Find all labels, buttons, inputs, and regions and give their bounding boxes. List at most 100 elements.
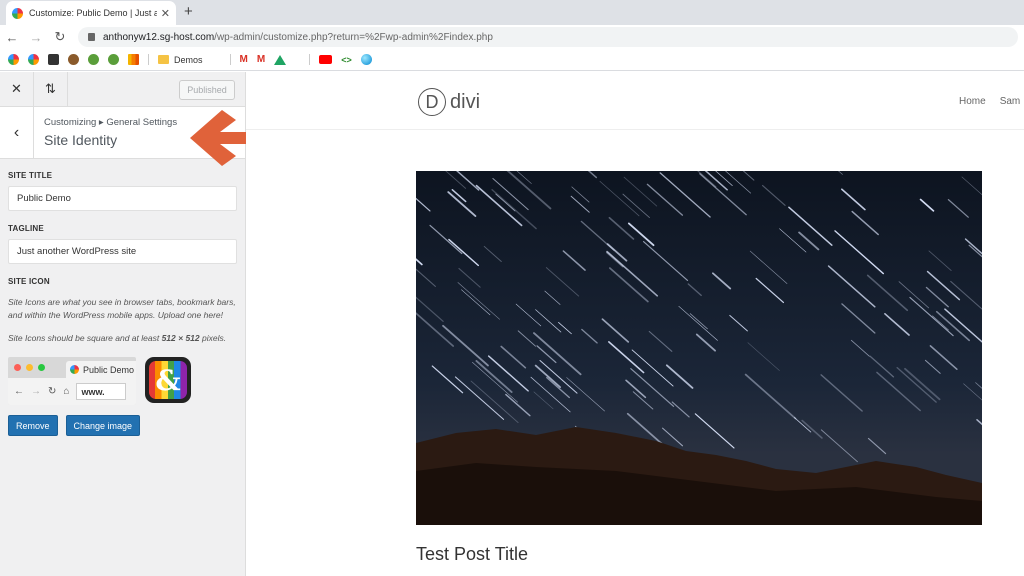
star-trail	[947, 199, 969, 218]
new-tab-icon[interactable]: +	[184, 3, 193, 20]
star-trail	[623, 176, 658, 207]
gmail-icon[interactable]: M	[240, 54, 248, 65]
bookmark-globe-icon[interactable]	[360, 54, 372, 65]
close-customizer-button[interactable]: ✕	[0, 71, 34, 107]
post-title: Test Post Title	[416, 544, 529, 564]
menu-item-sample[interactable]: Sam	[1000, 96, 1021, 107]
bookmark-target-icon[interactable]	[108, 54, 119, 65]
star-trail	[416, 197, 431, 212]
change-image-button[interactable]: Change image	[65, 415, 141, 436]
star-trail	[416, 312, 454, 347]
site-title-input[interactable]: Public Demo	[8, 186, 237, 211]
star-trail	[687, 283, 702, 297]
star-trail	[827, 265, 876, 308]
star-trail	[580, 220, 615, 251]
star-trail	[472, 361, 518, 403]
star-trail	[447, 191, 477, 217]
browser-tab[interactable]: Customize: Public Demo | Just an… ✕	[6, 1, 176, 25]
star-trail	[779, 228, 807, 253]
forward-arrow-icon[interactable]: →	[24, 30, 48, 45]
lock-icon	[88, 33, 95, 41]
star-trail	[801, 419, 823, 439]
star-trail	[451, 189, 467, 203]
gmail-icon[interactable]: M	[257, 54, 265, 65]
star-trail	[963, 383, 982, 401]
star-trail	[627, 222, 655, 247]
star-trail	[834, 230, 885, 275]
star-trail	[599, 181, 640, 217]
star-trail	[545, 267, 580, 297]
star-trail	[571, 186, 590, 203]
folder-icon	[158, 55, 169, 64]
star-trail	[475, 184, 523, 227]
star-trail	[896, 367, 937, 403]
tagline-input[interactable]: Just another WordPress site	[8, 239, 237, 264]
site-preview: D divi Home Sam Test Post Title	[246, 72, 1024, 576]
site-icon-label: SITE ICON	[8, 277, 50, 286]
star-trail	[697, 171, 717, 188]
star-trail	[461, 289, 491, 316]
youtube-icon[interactable]	[319, 55, 333, 64]
section-header: ‹ Customizing ▸ General Settings Site Id…	[0, 107, 276, 166]
divi-logo[interactable]: D divi	[418, 88, 480, 116]
bookmark-wp-icon[interactable]	[8, 54, 19, 65]
star-trail	[570, 195, 590, 213]
reload-icon[interactable]: ↻	[48, 29, 72, 45]
size-note-post: pixels.	[199, 333, 227, 343]
featured-image	[416, 171, 982, 525]
home-icon: ⌂	[63, 386, 70, 397]
star-trail	[961, 176, 982, 196]
bookmarks-bar: Demos M M <>	[0, 49, 1024, 71]
star-trail	[788, 206, 833, 246]
star-trail	[755, 277, 785, 304]
close-tab-icon[interactable]: ✕	[161, 7, 170, 20]
preview-tab: Public Demo	[66, 361, 136, 378]
star-trail	[904, 367, 941, 401]
star-trail	[898, 281, 930, 309]
menu-item-home[interactable]: Home	[959, 96, 986, 107]
back-arrow-icon[interactable]: ←	[0, 30, 24, 45]
star-trail	[747, 342, 780, 371]
star-trail	[820, 429, 858, 463]
bookmark-target-icon[interactable]	[88, 54, 99, 65]
size-note-bold: 512 × 512	[161, 333, 200, 343]
star-trail	[976, 419, 982, 426]
star-trail	[928, 250, 952, 271]
star-trail	[587, 171, 598, 179]
bookmark-folder-demos[interactable]: Demos	[174, 55, 203, 65]
bookmark-graduation-icon[interactable]	[48, 54, 59, 65]
star-trail	[838, 171, 843, 175]
remove-button[interactable]: Remove	[8, 415, 58, 436]
published-button[interactable]: Published	[179, 80, 235, 100]
url-input[interactable]: anthonyw12.sg-host.com/wp-admin/customiz…	[78, 27, 1018, 47]
code-icon[interactable]: <>	[341, 55, 352, 65]
google-drive-icon[interactable]	[274, 54, 287, 65]
logo-text: divi	[450, 90, 481, 113]
star-trail	[535, 309, 562, 333]
star-trail	[725, 171, 752, 194]
star-trail	[517, 330, 537, 347]
star-trail	[944, 308, 982, 343]
preview-url: www.	[76, 383, 127, 400]
star-trail	[841, 188, 866, 211]
star-trail	[793, 417, 812, 433]
browser-preview-image: Public Demo ← → ↻ ⌂ www.	[8, 357, 136, 405]
star-trail	[661, 427, 684, 447]
star-trail	[729, 314, 748, 332]
star-trail	[581, 328, 598, 344]
ampersand-icon: &	[149, 361, 187, 399]
star-trail	[841, 303, 876, 334]
star-trail	[919, 198, 935, 212]
browser-tab-bar: Customize: Public Demo | Just an… ✕ +	[0, 0, 1024, 25]
bookmark-badge-icon[interactable]	[68, 54, 79, 65]
star-trail	[964, 238, 982, 255]
back-button[interactable]: ‹	[0, 107, 34, 159]
star-trail	[867, 437, 887, 455]
star-trail	[608, 216, 635, 240]
customizer-panel: ✕ ⇅ Published ‹ Customizing ▸ General Se…	[0, 71, 276, 576]
bookmark-analytics-icon[interactable]	[128, 54, 139, 65]
bookmark-wp-icon[interactable]	[28, 54, 39, 65]
preview-toolbar: ← → ↻ ⌂ www.	[8, 378, 136, 405]
star-trail	[665, 364, 694, 389]
reorder-button[interactable]: ⇅	[34, 71, 68, 107]
